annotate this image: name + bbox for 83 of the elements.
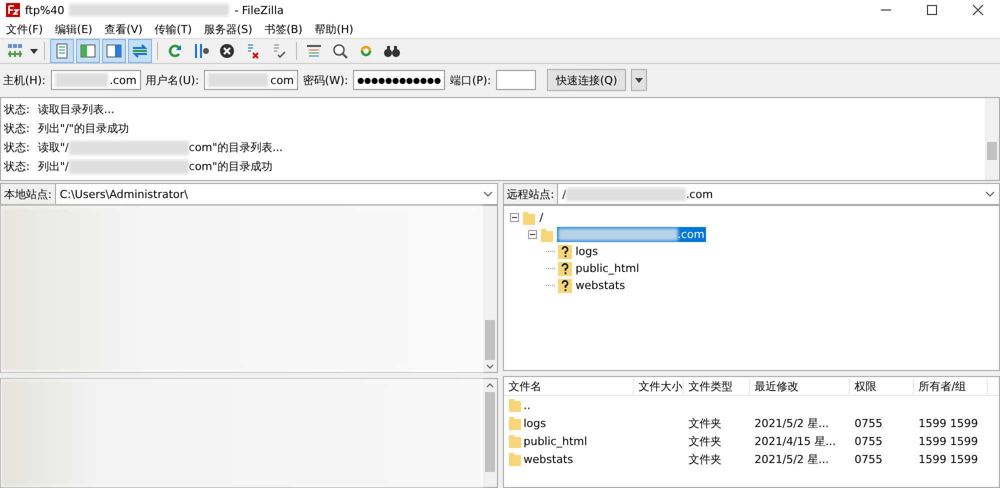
dropdown-button[interactable] bbox=[631, 69, 648, 91]
tree-item[interactable]: public_html bbox=[574, 261, 640, 276]
caret-icon bbox=[635, 78, 644, 82]
table-cell: 1599 1599 bbox=[918, 416, 978, 430]
collapse-icon[interactable] bbox=[528, 230, 536, 239]
file-name[interactable]: webstats bbox=[524, 452, 574, 466]
scrollbar[interactable] bbox=[985, 98, 999, 180]
menu-item[interactable]: 帮助(H) bbox=[314, 22, 354, 36]
password-field[interactable]: ●●●●●●●●●●●● bbox=[353, 70, 446, 90]
table-cell: 文件夹 bbox=[688, 434, 722, 448]
message-log-icon[interactable] bbox=[50, 39, 74, 63]
username-field[interactable]: com bbox=[204, 70, 298, 90]
menu-item[interactable]: 编辑(E) bbox=[54, 22, 92, 36]
host-label: 主机(H): bbox=[3, 72, 46, 88]
log-message: 读取目录列表... bbox=[38, 102, 114, 117]
local-tree-icon[interactable] bbox=[76, 39, 100, 63]
log-label: 状态: bbox=[3, 140, 31, 155]
window-title: - FileZilla bbox=[234, 4, 284, 16]
column-header[interactable]: 最近修改 bbox=[750, 378, 850, 394]
folder-icon bbox=[508, 452, 520, 466]
file-name[interactable]: .. bbox=[524, 398, 530, 412]
folder-icon bbox=[508, 434, 520, 448]
table-cell: 文件夹 bbox=[688, 452, 722, 466]
column-header[interactable]: 文件名 bbox=[504, 378, 634, 394]
menu-item[interactable]: 查看(V) bbox=[104, 22, 143, 36]
log-message: 列出"/ bbox=[38, 159, 69, 174]
scrollbar[interactable] bbox=[482, 379, 496, 487]
folder-icon bbox=[540, 226, 554, 242]
column-header[interactable]: 所有者/组 bbox=[914, 378, 988, 394]
port-field[interactable] bbox=[496, 70, 536, 90]
column-header[interactable]: 权限 bbox=[850, 378, 914, 394]
table-cell: 2021/5/2 星... bbox=[754, 416, 829, 430]
table-cell: 1599 1599 bbox=[918, 434, 978, 448]
quickconnect-button[interactable]: 快速连接(Q) bbox=[547, 69, 626, 91]
scrollbar-thumb[interactable] bbox=[484, 392, 494, 472]
log-message: com"的目录成功 bbox=[188, 159, 272, 174]
log-message: 读取"/ bbox=[38, 140, 69, 155]
table-cell: 文件夹 bbox=[688, 416, 722, 430]
question-mark-icon bbox=[558, 244, 572, 258]
password-label: 密码(W): bbox=[302, 72, 348, 88]
folder-icon bbox=[508, 416, 520, 430]
log-label: 状态: bbox=[3, 159, 31, 174]
table-cell: 0755 bbox=[854, 452, 882, 466]
folder-icon bbox=[522, 210, 536, 226]
tree-item[interactable]: logs bbox=[574, 244, 599, 259]
question-mark-icon bbox=[558, 278, 572, 292]
menu-item[interactable]: 服务器(S) bbox=[204, 22, 252, 36]
table-cell: 2021/4/15 星... bbox=[754, 434, 836, 448]
window-title: ftp%40 bbox=[25, 4, 64, 16]
tree-item[interactable]: .com bbox=[556, 227, 706, 242]
transfer-queue-icon[interactable] bbox=[128, 39, 152, 63]
scrollbar-thumb[interactable] bbox=[987, 142, 997, 160]
log-message: com"的目录列表... bbox=[188, 140, 283, 155]
table-cell: 1599 1599 bbox=[918, 452, 978, 466]
port-label: 端口(P): bbox=[450, 72, 492, 88]
log-message: 列出"/"的目录成功 bbox=[38, 121, 129, 136]
close-icon[interactable] bbox=[972, 4, 984, 16]
maximize-icon[interactable] bbox=[926, 4, 938, 16]
table-cell: 0755 bbox=[854, 434, 882, 448]
tree-item[interactable]: / bbox=[538, 210, 544, 225]
menu-item[interactable]: 文件(F) bbox=[6, 22, 43, 36]
table-cell: 2021/5/2 星... bbox=[754, 452, 829, 466]
scroll-down-icon[interactable] bbox=[486, 364, 494, 369]
log-label: 状态: bbox=[3, 121, 31, 136]
menu-item[interactable]: 书签(B) bbox=[264, 22, 303, 36]
menu-item[interactable]: 传输(T) bbox=[154, 22, 192, 36]
collapse-icon[interactable] bbox=[510, 213, 518, 222]
remote-tree-icon[interactable] bbox=[102, 39, 126, 63]
column-header[interactable]: 文件大小 bbox=[634, 378, 684, 394]
scrollbar-thumb[interactable] bbox=[484, 320, 494, 360]
file-name[interactable]: public_html bbox=[524, 434, 588, 448]
tree-item[interactable]: webstats bbox=[574, 278, 626, 293]
file-name[interactable]: logs bbox=[524, 416, 546, 430]
question-mark-icon bbox=[558, 262, 572, 276]
table-cell: 0755 bbox=[854, 416, 882, 430]
username-label: 用户名(U): bbox=[146, 72, 199, 88]
app-logo-icon bbox=[6, 3, 20, 17]
log-label: 状态: bbox=[3, 102, 31, 117]
column-header[interactable]: 文件类型 bbox=[684, 378, 750, 394]
folder-icon bbox=[508, 398, 520, 412]
host-field[interactable]: .com bbox=[50, 70, 141, 90]
scroll-up-icon[interactable] bbox=[486, 383, 494, 388]
scrollbar[interactable] bbox=[482, 206, 496, 372]
